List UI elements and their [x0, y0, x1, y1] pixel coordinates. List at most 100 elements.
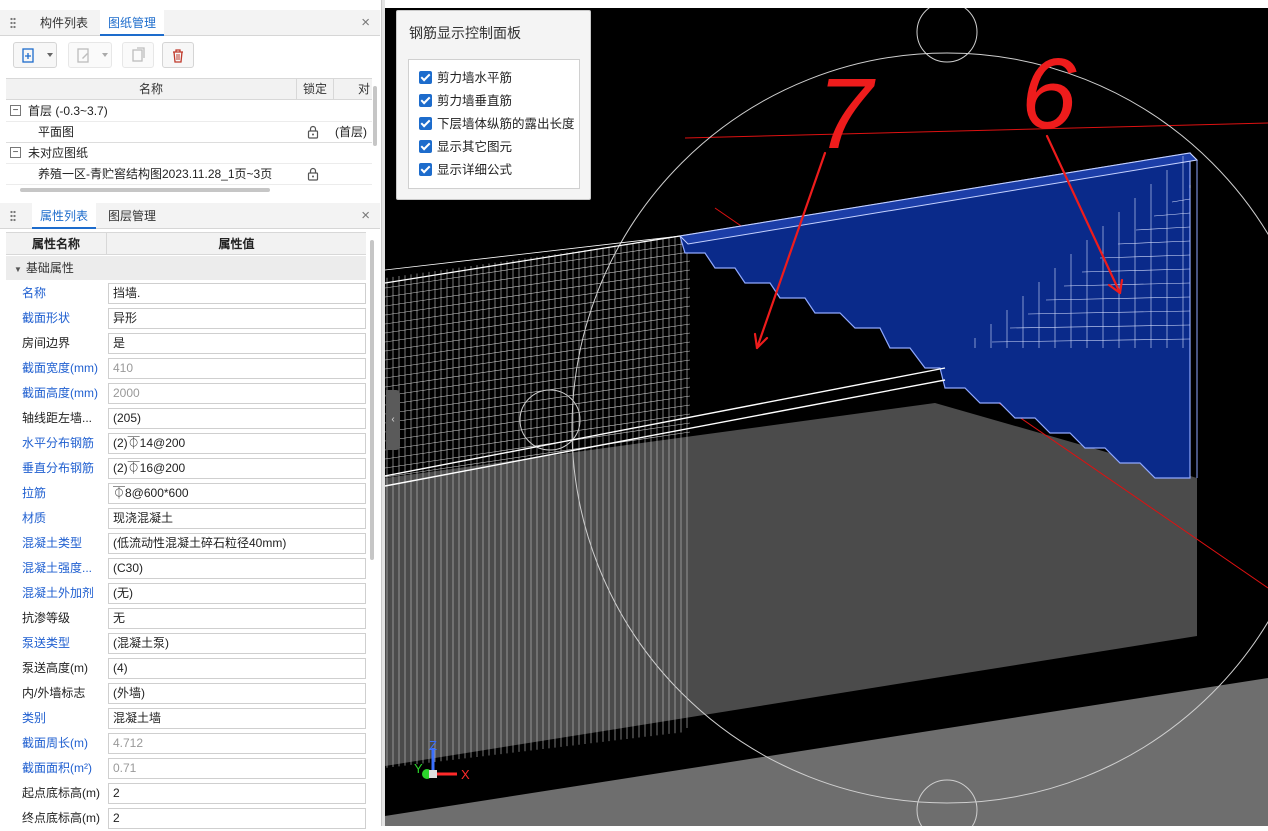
property-name-header: 属性名称: [6, 233, 107, 255]
rebar-horizontal-line: [385, 350, 691, 397]
tree-row-drawing-file[interactable]: 养殖一区-青贮窖结构图2023.11.28_1页~3页: [6, 164, 372, 185]
tree-label: 未对应图纸: [28, 146, 89, 160]
property-value-field[interactable]: 是: [108, 333, 366, 354]
property-row[interactable]: 起点底标高(m) 2: [6, 781, 366, 806]
property-value-field[interactable]: 无: [108, 608, 366, 629]
col-extra[interactable]: 对: [334, 79, 372, 100]
property-value-field[interactable]: (2)⏁14@200: [108, 433, 366, 454]
property-value-field[interactable]: (4): [108, 658, 366, 679]
tab-drawing-management[interactable]: 图纸管理: [100, 10, 165, 36]
rebar-horizontal-line: [385, 242, 691, 289]
checkbox-checked-icon[interactable]: [419, 163, 432, 176]
axis-line-red-top: [684, 122, 1268, 139]
property-row[interactable]: 房间边界 是: [6, 331, 366, 356]
property-row[interactable]: 水平分布钢筋 (2)⏁14@200: [6, 431, 366, 456]
add-drawing-button[interactable]: [13, 42, 57, 68]
option-lower-exposed[interactable]: 下层墙体纵筋的露出长度: [419, 114, 575, 134]
vertical-scrollbar[interactable]: [370, 240, 374, 560]
caret-down-icon: ▼: [14, 265, 22, 274]
property-value-field[interactable]: 2000: [108, 383, 366, 404]
property-value-field[interactable]: 2: [108, 783, 366, 804]
property-header: 属性名称 属性值: [6, 232, 366, 255]
property-value-field[interactable]: (无): [108, 583, 366, 604]
vertical-scrollbar[interactable]: [373, 86, 377, 146]
tree-row-plan[interactable]: 平面图 (首层): [6, 122, 372, 143]
checkbox-checked-icon[interactable]: [419, 71, 432, 84]
lock-icon[interactable]: [306, 167, 320, 181]
property-value-field[interactable]: (205): [108, 408, 366, 429]
property-value-field[interactable]: (低流动性混凝土碎石粒径40mm): [108, 533, 366, 554]
property-row[interactable]: 截面周长(m) 4.712: [6, 731, 366, 756]
z-axis-label: Z: [429, 738, 437, 753]
property-row[interactable]: 拉筋 ⏁8@600*600: [6, 481, 366, 506]
option-detailed-formula[interactable]: 显示详细公式: [419, 160, 512, 180]
property-value-field[interactable]: ⏁8@600*600: [108, 483, 366, 504]
drag-handle-icon[interactable]: [10, 210, 16, 223]
property-value-field[interactable]: 410: [108, 358, 366, 379]
property-value-field[interactable]: (外墙): [108, 683, 366, 704]
copy-drawing-button[interactable]: [122, 42, 154, 68]
checkbox-checked-icon[interactable]: [419, 117, 432, 130]
edit-drawing-icon: [77, 48, 89, 63]
property-name: 混凝土强度...: [22, 561, 93, 575]
property-row[interactable]: 泵送高度(m) (4): [6, 656, 366, 681]
property-row[interactable]: 抗渗等级 无: [6, 606, 366, 631]
tree-row-floor[interactable]: − 首层 (-0.3~3.7): [6, 101, 372, 122]
col-lock[interactable]: 锁定: [297, 79, 334, 100]
option-label: 显示详细公式: [437, 163, 513, 177]
collapse-panel-button[interactable]: ‹: [386, 390, 400, 450]
property-row[interactable]: 混凝土强度... (C30): [6, 556, 366, 581]
rebar-horizontal-line: [385, 332, 691, 379]
property-value-field[interactable]: 4.712: [108, 733, 366, 754]
property-row[interactable]: 终点底标高(m) 2: [6, 806, 366, 831]
drag-handle-icon[interactable]: [10, 17, 16, 30]
rebar-horizontal-line: [385, 323, 691, 370]
property-row[interactable]: 截面面积(m²) 0.71: [6, 756, 366, 781]
property-row[interactable]: 混凝土外加剂 (无): [6, 581, 366, 606]
checkbox-checked-icon[interactable]: [419, 140, 432, 153]
col-name[interactable]: 名称: [6, 79, 297, 100]
option-list: 剪力墙水平筋 剪力墙垂直筋 下层墙体纵筋的露出长度 显示其它图元 显示详细公式: [408, 59, 580, 189]
property-row[interactable]: 类别 混凝土墙: [6, 706, 366, 731]
tab-property-list[interactable]: 属性列表: [32, 203, 97, 229]
property-row[interactable]: 截面高度(mm) 2000: [6, 381, 366, 406]
property-group-basic[interactable]: ▼ 基础属性: [6, 256, 366, 280]
tab-layer-management[interactable]: 图层管理: [100, 203, 164, 229]
close-icon[interactable]: ×: [361, 14, 370, 31]
property-value-field[interactable]: 混凝土墙: [108, 708, 366, 729]
property-value-field[interactable]: (混凝土泵): [108, 633, 366, 654]
property-value-field[interactable]: 挡墙.: [108, 283, 366, 304]
property-value-field[interactable]: 异形: [108, 308, 366, 329]
horizontal-scrollbar[interactable]: [20, 188, 270, 192]
property-name: 泵送类型: [22, 636, 71, 650]
edit-drawing-button[interactable]: [68, 42, 112, 68]
property-value-field[interactable]: 现浇混凝土: [108, 508, 366, 529]
property-row[interactable]: 内/外墙标志 (外墙): [6, 681, 366, 706]
tab-component-list[interactable]: 构件列表: [32, 10, 96, 36]
close-icon[interactable]: ×: [361, 207, 370, 224]
lock-icon[interactable]: [306, 125, 320, 139]
orbit-handle-top[interactable]: [916, 8, 978, 63]
property-row[interactable]: 轴线距左墙... (205): [6, 406, 366, 431]
option-wall-vertical[interactable]: 剪力墙垂直筋: [419, 91, 512, 111]
option-other-elements[interactable]: 显示其它图元: [419, 137, 512, 157]
property-row[interactable]: 垂直分布钢筋 (2)⏁16@200: [6, 456, 366, 481]
rebar-horizontal-line: [385, 269, 691, 316]
property-row[interactable]: 泵送类型 (混凝土泵): [6, 631, 366, 656]
property-value-field[interactable]: (2)⏁16@200: [108, 458, 366, 479]
property-value-field[interactable]: 0.71: [108, 758, 366, 779]
property-row[interactable]: 截面宽度(mm) 410: [6, 356, 366, 381]
property-row[interactable]: 截面形状 异形: [6, 306, 366, 331]
property-row[interactable]: 混凝土类型 (低流动性混凝土碎石粒径40mm): [6, 531, 366, 556]
collapse-toggle[interactable]: −: [10, 105, 21, 116]
property-value-field[interactable]: (C30): [108, 558, 366, 579]
option-wall-horizontal[interactable]: 剪力墙水平筋: [419, 68, 512, 88]
delete-drawing-button[interactable]: [162, 42, 194, 68]
property-row[interactable]: 名称 挡墙.: [6, 281, 366, 306]
checkbox-checked-icon[interactable]: [419, 94, 432, 107]
trash-icon: [173, 49, 183, 63]
property-row[interactable]: 材质 现浇混凝土: [6, 506, 366, 531]
collapse-toggle[interactable]: −: [10, 147, 21, 158]
tree-row-unmatched[interactable]: − 未对应图纸: [6, 143, 372, 164]
property-name: 截面高度(mm): [22, 386, 98, 400]
